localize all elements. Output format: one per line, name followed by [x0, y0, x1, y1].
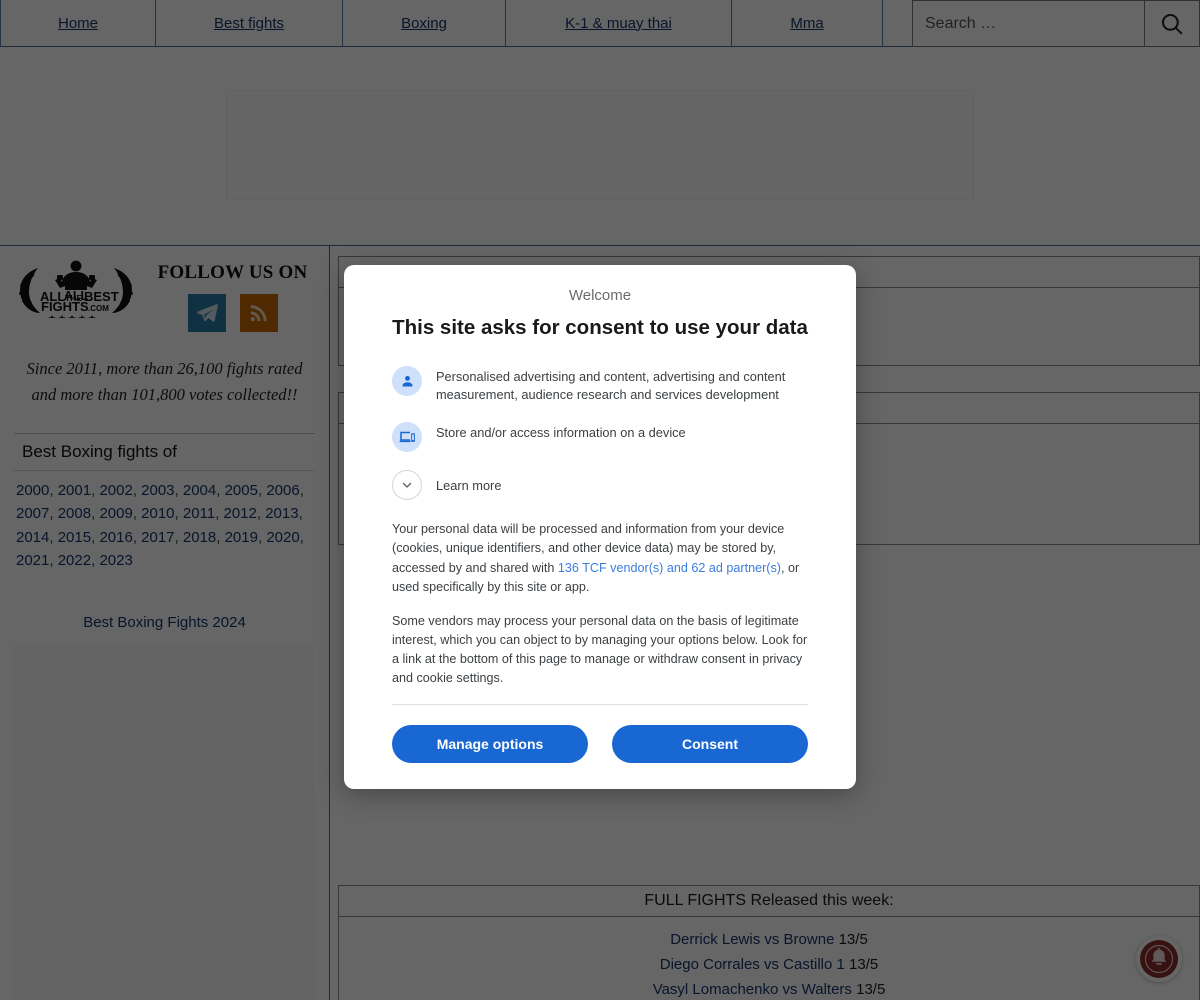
person-icon-wrapper — [392, 366, 422, 396]
learn-more-toggle[interactable]: Learn more — [392, 470, 808, 501]
manage-options-button[interactable]: Manage options — [392, 725, 588, 764]
dialog-title: This site asks for consent to use your d… — [392, 316, 808, 339]
dialog-divider — [392, 704, 808, 706]
purpose-text: Store and/or access information on a dev… — [436, 425, 686, 441]
learn-more-label: Learn more — [436, 478, 502, 494]
purpose-personalised-advertising: Personalised advertising and content, ad… — [392, 366, 808, 404]
purpose-store-access-device: Store and/or access information on a dev… — [392, 422, 808, 453]
consent-dialog: Welcome This site asks for consent to us… — [344, 265, 856, 790]
chevron-down-icon — [402, 483, 412, 489]
chevron-down-icon-wrapper — [392, 470, 422, 501]
dialog-paragraph-2: Some vendors may process your personal d… — [392, 613, 808, 686]
devices-icon — [399, 432, 415, 443]
vendors-link[interactable]: 136 TCF vendor(s) and 62 ad partner(s) — [558, 561, 781, 575]
dialog-paragraph-1: Your personal data will be processed and… — [392, 520, 808, 597]
devices-icon-wrapper — [392, 422, 422, 453]
consent-button[interactable]: Consent — [612, 725, 808, 764]
purpose-text: Personalised advertising and content, ad… — [436, 369, 786, 403]
dialog-welcome-label: Welcome — [568, 287, 632, 304]
person-icon — [402, 375, 412, 386]
dialog-actions: Manage options Consent — [392, 725, 808, 764]
